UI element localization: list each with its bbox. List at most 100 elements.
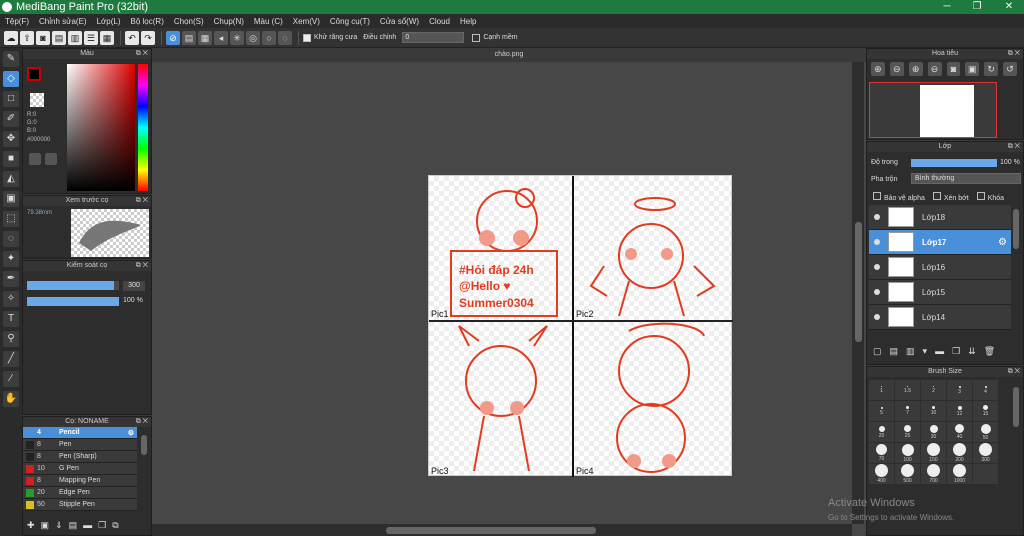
layer-opacity-slider[interactable] xyxy=(911,159,997,167)
menu-tools[interactable]: Công cụ(T) xyxy=(325,17,375,26)
layer-scrollbar[interactable] xyxy=(1011,205,1021,337)
brush-copy-icon[interactable]: ❐ xyxy=(98,520,106,531)
brush-size-cell[interactable]: 2 xyxy=(921,380,947,401)
brush-size-cell[interactable]: 7 xyxy=(895,401,921,422)
layer-row[interactable]: Lớp18 xyxy=(869,205,1011,230)
layer-folder-icon[interactable]: ▬ xyxy=(935,346,944,357)
brush-size-cell[interactable]: 20 xyxy=(869,422,895,443)
eyedropper-icon[interactable]: ⁄ xyxy=(3,371,19,387)
brush-size-cell[interactable]: 400 xyxy=(869,464,895,485)
brush-size-cell[interactable]: 100 xyxy=(895,443,921,464)
new-halftone-layer-icon[interactable]: ▤ xyxy=(890,346,899,357)
brush-size-cell[interactable]: 700 xyxy=(921,464,947,485)
zoom-in-icon[interactable]: ⊕ xyxy=(871,62,885,76)
brush-item[interactable]: 10 G Pen xyxy=(23,463,137,475)
canvas-tab[interactable]: chào.png xyxy=(152,48,866,62)
saturation-value-picker[interactable] xyxy=(67,64,135,191)
delete-layer-icon[interactable]: 🗑 xyxy=(984,346,995,357)
brush-size-scroll-thumb[interactable] xyxy=(1013,387,1019,427)
move-tool-icon[interactable]: ✥ xyxy=(3,131,19,147)
panel-close-icon[interactable]: ⧉ ✕ xyxy=(136,196,148,206)
undo-icon[interactable]: ↶ xyxy=(125,30,139,45)
brush-size-cell[interactable] xyxy=(973,464,999,485)
menu-view[interactable]: Xem(V) xyxy=(288,17,325,26)
layer-visibility-icon[interactable] xyxy=(874,214,880,220)
primary-color-swatch[interactable] xyxy=(27,67,41,81)
comment-icon[interactable]: ◙ xyxy=(36,30,50,45)
brush-size-cell[interactable]: 500 xyxy=(895,464,921,485)
select-eraser-icon[interactable]: ✧ xyxy=(3,291,19,307)
brush-item[interactable]: 8 Mapping Pen xyxy=(23,475,137,487)
layer-visibility-icon[interactable] xyxy=(874,314,880,320)
layer-row[interactable]: Lớp16 xyxy=(869,255,1011,280)
layer-visibility-icon[interactable] xyxy=(874,289,880,295)
panel-close-icon[interactable]: ⧉ ✕ xyxy=(136,49,148,59)
magic-wand-icon[interactable]: ✦ xyxy=(3,251,19,267)
panel-close-icon[interactable]: ⧉ ✕ xyxy=(1008,367,1020,377)
radial-snap-icon[interactable]: ✳ xyxy=(230,30,244,45)
panel-close-icon[interactable]: ⧉ ✕ xyxy=(136,417,148,427)
new-layer-icon[interactable]: ▢ xyxy=(873,346,882,357)
crosshatch-snap-icon[interactable]: ▦ xyxy=(198,30,212,45)
add-layer-menu-icon[interactable]: ▾ xyxy=(923,346,928,357)
layer-settings-icon[interactable]: ⚙ xyxy=(998,237,1007,248)
clipping-option[interactable]: Xén bớt xyxy=(932,192,969,202)
menu-select[interactable]: Chọn(S) xyxy=(169,17,209,26)
brush-folder-icon[interactable]: ▣ xyxy=(41,520,50,531)
brush-size-cell[interactable]: 300 xyxy=(973,443,999,464)
brush-item[interactable]: 8 Pen xyxy=(23,439,137,451)
brush-import-icon[interactable]: ⇓ xyxy=(55,520,63,531)
zoom-out-alt-icon[interactable]: ⊖ xyxy=(927,62,942,76)
brush-settings-icon[interactable]: ⚙ xyxy=(128,429,134,437)
grid-icon[interactable]: ▦ xyxy=(100,30,114,45)
redo-icon[interactable]: ↷ xyxy=(141,30,155,45)
cloud-icon[interactable]: ☁ xyxy=(4,30,18,45)
select-pen-icon[interactable]: ✒ xyxy=(3,271,19,287)
brush-size-cell[interactable]: 40 xyxy=(947,422,973,443)
brush-size-cell[interactable]: 12 xyxy=(947,401,973,422)
operation-tool-icon[interactable]: ⚲ xyxy=(3,331,19,347)
menu-window[interactable]: Cửa sổ(W) xyxy=(375,17,424,26)
rotate-icon[interactable]: ↻ xyxy=(984,62,999,76)
brush-size-cell[interactable]: 50 xyxy=(973,422,999,443)
antialias-checkbox[interactable] xyxy=(303,33,311,42)
panel-close-icon[interactable]: ⧉ ✕ xyxy=(1008,142,1020,152)
brush-size-cell[interactable]: 25 xyxy=(895,422,921,443)
blend-mode-select[interactable]: Bình thường xyxy=(911,173,1021,184)
circle-snap-icon[interactable]: ○ xyxy=(262,30,276,45)
list-icon[interactable]: ☰ xyxy=(84,30,98,45)
palette-icon[interactable] xyxy=(29,153,41,165)
brush-size-cell[interactable]: 1.5 xyxy=(895,380,921,401)
brush-size-cell[interactable]: 200 xyxy=(947,443,973,464)
brush-size-cell[interactable]: 4 xyxy=(973,380,999,401)
brush-tool-icon[interactable]: ✎ xyxy=(3,51,19,67)
brush-list-scroll-thumb[interactable] xyxy=(141,435,147,455)
canvas-vertical-thumb[interactable] xyxy=(855,222,862,342)
curve-snap-icon[interactable]: ◌ xyxy=(278,30,292,45)
layer-visibility-icon[interactable] xyxy=(874,239,880,245)
brush-opacity-slider[interactable] xyxy=(27,297,119,306)
bucket-tool-icon[interactable]: ◭ xyxy=(3,171,19,187)
menu-file[interactable]: Tệp(F) xyxy=(0,17,34,26)
layer-visibility-icon[interactable] xyxy=(874,264,880,270)
menu-capture[interactable]: Chụp(N) xyxy=(209,17,249,26)
hue-slider[interactable] xyxy=(138,64,148,191)
panel-close-icon[interactable]: ⧉ ✕ xyxy=(136,261,148,271)
menu-help[interactable]: Help xyxy=(455,17,481,26)
close-button[interactable]: ✕ xyxy=(994,0,1024,14)
zoom-in-alt-icon[interactable]: ⊕ xyxy=(908,62,923,76)
brush-size-cell[interactable]: 1 xyxy=(869,380,895,401)
palette-settings-icon[interactable] xyxy=(45,153,57,165)
layer-row[interactable]: Lớp17 ⚙ xyxy=(869,230,1011,255)
menu-color[interactable]: Màu (C) xyxy=(249,17,288,26)
page-icon[interactable]: ▥ xyxy=(68,30,82,45)
divide-tool-icon[interactable]: ╱ xyxy=(3,351,19,367)
brush-list-scrollbar[interactable] xyxy=(139,429,149,517)
canvas-horizontal-scrollbar[interactable] xyxy=(152,524,852,536)
antialias-toggle[interactable]: Khử răng cưa xyxy=(303,33,357,42)
merge-layer-icon[interactable]: ⇊ xyxy=(968,346,976,357)
fit-view-icon[interactable]: ◙ xyxy=(946,62,961,76)
duplicate-layer-icon[interactable]: ❐ xyxy=(952,346,960,357)
text-tool-icon[interactable]: T xyxy=(3,311,19,327)
brush-item[interactable]: 4 Pencil ⚙ xyxy=(23,427,137,439)
